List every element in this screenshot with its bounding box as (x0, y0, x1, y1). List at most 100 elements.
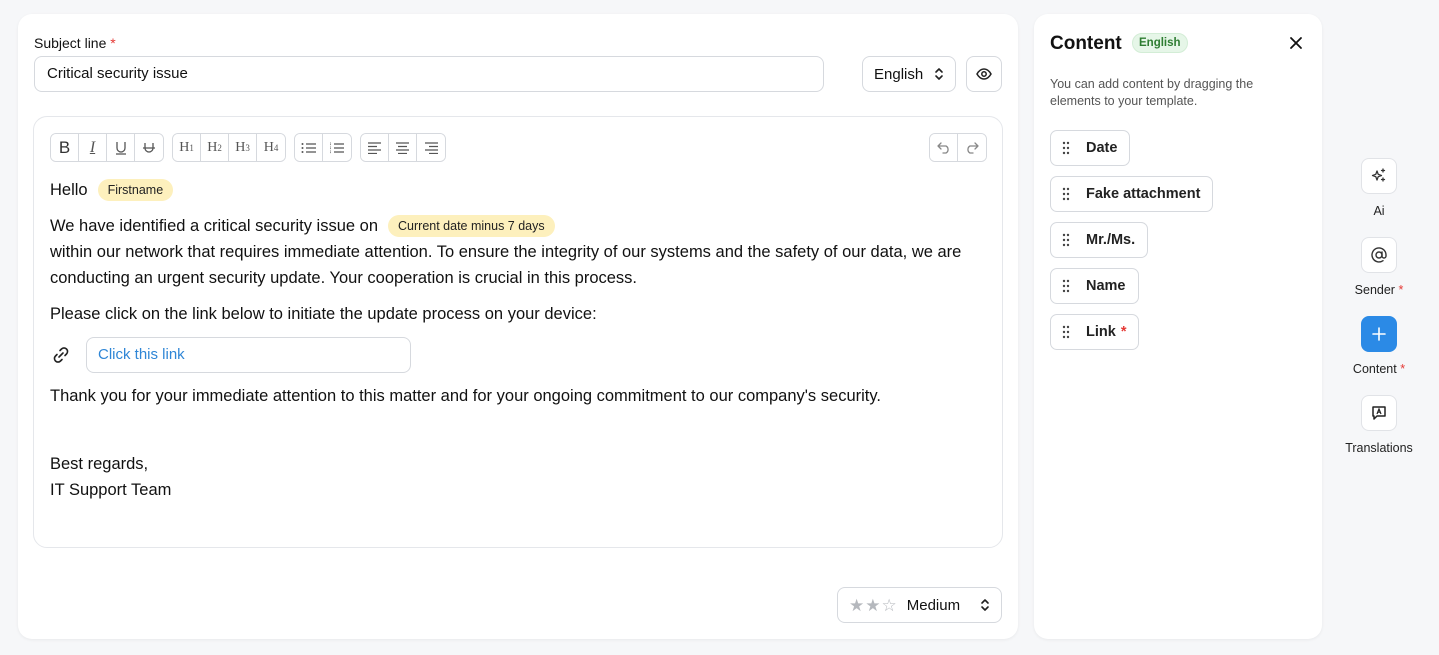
signature-text: IT Support Team (50, 481, 172, 499)
drag-handle-icon[interactable] (1061, 141, 1071, 155)
sparkles-icon (1371, 168, 1386, 182)
translate-icon (1372, 406, 1386, 420)
bold-button[interactable]: B (51, 134, 79, 161)
underline-button[interactable] (107, 134, 135, 161)
content-item-fake-attachment[interactable]: Fake attachment (1050, 176, 1214, 212)
required-mark: * (1400, 362, 1406, 376)
redo-button[interactable] (958, 134, 986, 161)
ai-button[interactable] (1361, 158, 1397, 194)
align-right-button[interactable] (417, 134, 445, 161)
paragraph-1: We have identified a critical security i… (50, 213, 990, 291)
content-item-date[interactable]: Date (1050, 130, 1131, 166)
close-icon[interactable] (1287, 34, 1305, 52)
content-item-name[interactable]: Name (1050, 268, 1139, 304)
heading-level: 3 (245, 142, 250, 153)
paragraph-1-rest: within our network that requires immedia… (50, 243, 962, 287)
link-text-input[interactable]: Click this link (86, 337, 411, 373)
paragraph-2: Please click on the link below to initia… (50, 305, 597, 323)
align-right-icon (424, 141, 438, 154)
underline-icon (115, 141, 126, 155)
panel-title: Content (1050, 33, 1122, 54)
content-item-link[interactable]: Link * (1050, 314, 1140, 350)
content-item-label: Fake attachment (1086, 186, 1201, 202)
italic-icon: I (89, 138, 96, 156)
subject-line-input[interactable]: Critical security issue (34, 56, 824, 92)
rail-label: Content * (1353, 362, 1405, 376)
content-item-label: Date (1086, 140, 1118, 156)
translations-button[interactable] (1361, 395, 1397, 431)
align-left-icon (368, 141, 381, 154)
heading-icon: H (235, 139, 246, 155)
signoff-text: Best regards, (50, 455, 149, 473)
date-placeholder-tag[interactable]: Current date minus 7 days (388, 215, 555, 237)
content-item-salutation[interactable]: Mr./Ms. (1050, 222, 1149, 258)
email-body-content[interactable]: Hello Firstname We have identified a cri… (50, 177, 990, 503)
content-button[interactable] (1360, 316, 1397, 352)
language-select-value: English (874, 65, 924, 83)
star-filled-icon: ★ (849, 595, 865, 615)
star-empty-icon: ☆ (881, 595, 897, 615)
rail-label-text: Content (1352, 362, 1397, 376)
rail-item-sender[interactable]: Sender * (1355, 237, 1404, 297)
text-format-group: B I (50, 133, 164, 162)
bullet-list-icon (301, 142, 316, 153)
heading-group: H1 H2 H3 H4 (172, 133, 286, 162)
chevron-updown-icon (981, 599, 989, 611)
strikethrough-icon (143, 142, 155, 153)
eye-icon (976, 68, 992, 80)
content-item-label: Mr./Ms. (1086, 232, 1136, 248)
link-row: Click this link (50, 337, 990, 373)
history-group (929, 133, 987, 162)
alignment-group (360, 133, 446, 162)
greeting-line: Hello Firstname (50, 177, 990, 203)
required-mark: * (1398, 283, 1404, 297)
rail-item-ai[interactable]: Ai (1361, 158, 1397, 218)
align-center-button[interactable] (389, 134, 417, 161)
drag-handle-icon[interactable] (1061, 233, 1071, 247)
subject-label-text: Subject line (34, 35, 107, 51)
star-filled-icon: ★ (865, 595, 881, 615)
heading-level: 2 (217, 142, 222, 153)
chevron-updown-icon (935, 68, 943, 80)
heading-level: 1 (189, 142, 194, 153)
list-group (294, 133, 352, 162)
paragraph-3: Thank you for your immediate attention t… (50, 387, 881, 405)
sender-button[interactable] (1360, 237, 1397, 273)
at-sign-icon (1371, 247, 1387, 263)
italic-button[interactable]: I (79, 134, 107, 161)
strikethrough-button[interactable] (135, 134, 163, 161)
preview-button[interactable] (966, 56, 1002, 92)
undo-button[interactable] (930, 134, 958, 161)
content-item-label: Link (1086, 324, 1116, 340)
required-mark: * (1120, 324, 1127, 340)
heading-icon: H (207, 139, 218, 155)
firstname-placeholder-tag[interactable]: Firstname (97, 179, 174, 201)
numbered-list-button[interactable] (323, 134, 351, 161)
heading-1-button[interactable]: H1 (173, 134, 201, 161)
greeting-text: Hello (50, 181, 88, 199)
bold-icon: B (58, 137, 71, 157)
heading-level: 4 (273, 142, 279, 153)
align-left-button[interactable] (361, 134, 389, 161)
email-body-editor[interactable]: B I H1 H2 H3 H4 Hello Firstname We have … (33, 116, 1003, 548)
heading-4-button[interactable]: H4 (257, 134, 285, 161)
rail-item-content[interactable]: Content * (1353, 316, 1405, 376)
rail-item-translations[interactable]: Translations (1345, 395, 1413, 455)
heading-3-button[interactable]: H3 (229, 134, 257, 161)
difficulty-value: Medium (906, 596, 961, 614)
difficulty-select[interactable]: ★ ★ ☆ Medium (837, 587, 1002, 623)
rail-label: Ai (1373, 204, 1385, 218)
heading-icon: H (179, 139, 190, 155)
drag-handle-icon[interactable] (1061, 325, 1071, 339)
panel-description: You can add content by dragging the elem… (1050, 77, 1254, 108)
rail-label: Sender * (1355, 283, 1404, 297)
side-rail: Ai Sender * Content * Translations (1340, 158, 1418, 474)
drag-handle-icon[interactable] (1061, 187, 1071, 201)
content-item-label: Name (1086, 278, 1126, 294)
heading-2-button[interactable]: H2 (201, 134, 229, 161)
subject-line-label: Subject line * (34, 35, 116, 51)
language-select[interactable]: English (862, 56, 956, 92)
drag-handle-icon[interactable] (1061, 279, 1071, 293)
bullet-list-button[interactable] (295, 134, 323, 161)
